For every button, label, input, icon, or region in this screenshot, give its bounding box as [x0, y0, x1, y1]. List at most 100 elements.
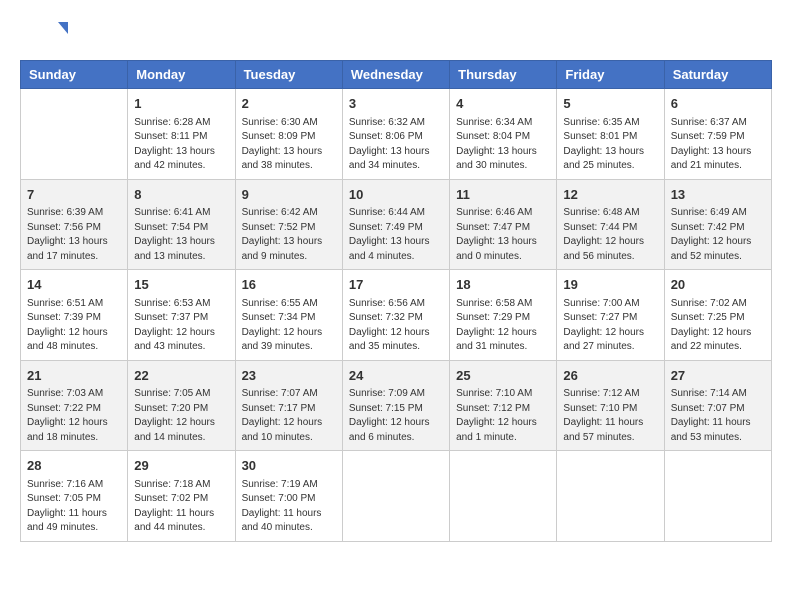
day-number: 11	[456, 185, 550, 205]
column-header-sunday: Sunday	[21, 61, 128, 89]
calendar-cell: 20Sunrise: 7:02 AM Sunset: 7:25 PM Dayli…	[664, 270, 771, 361]
day-number: 23	[242, 366, 336, 386]
calendar-header-row: SundayMondayTuesdayWednesdayThursdayFrid…	[21, 61, 772, 89]
calendar-cell: 1Sunrise: 6:28 AM Sunset: 8:11 PM Daylig…	[128, 89, 235, 180]
calendar-cell: 30Sunrise: 7:19 AM Sunset: 7:00 PM Dayli…	[235, 451, 342, 542]
day-info: Sunrise: 6:46 AM Sunset: 7:47 PM Dayligh…	[456, 206, 550, 264]
calendar-cell: 9Sunrise: 6:42 AM Sunset: 7:52 PM Daylig…	[235, 179, 342, 270]
day-info: Sunrise: 6:58 AM Sunset: 7:29 PM Dayligh…	[456, 297, 550, 355]
day-number: 17	[349, 275, 443, 295]
day-number: 28	[27, 456, 121, 476]
day-number: 8	[134, 185, 228, 205]
day-number: 7	[27, 185, 121, 205]
day-info: Sunrise: 6:32 AM Sunset: 8:06 PM Dayligh…	[349, 116, 443, 174]
calendar-week-row: 1Sunrise: 6:28 AM Sunset: 8:11 PM Daylig…	[21, 89, 772, 180]
calendar-cell: 12Sunrise: 6:48 AM Sunset: 7:44 PM Dayli…	[557, 179, 664, 270]
calendar-cell: 8Sunrise: 6:41 AM Sunset: 7:54 PM Daylig…	[128, 179, 235, 270]
calendar-week-row: 14Sunrise: 6:51 AM Sunset: 7:39 PM Dayli…	[21, 270, 772, 361]
calendar-cell: 27Sunrise: 7:14 AM Sunset: 7:07 PM Dayli…	[664, 360, 771, 451]
day-info: Sunrise: 7:00 AM Sunset: 7:27 PM Dayligh…	[563, 297, 657, 355]
calendar-cell	[664, 451, 771, 542]
day-number: 12	[563, 185, 657, 205]
day-info: Sunrise: 6:42 AM Sunset: 7:52 PM Dayligh…	[242, 206, 336, 264]
calendar-cell: 25Sunrise: 7:10 AM Sunset: 7:12 PM Dayli…	[450, 360, 557, 451]
day-number: 29	[134, 456, 228, 476]
calendar-cell: 29Sunrise: 7:18 AM Sunset: 7:02 PM Dayli…	[128, 451, 235, 542]
day-number: 5	[563, 94, 657, 114]
day-number: 21	[27, 366, 121, 386]
calendar-cell: 11Sunrise: 6:46 AM Sunset: 7:47 PM Dayli…	[450, 179, 557, 270]
day-number: 10	[349, 185, 443, 205]
day-info: Sunrise: 6:53 AM Sunset: 7:37 PM Dayligh…	[134, 297, 228, 355]
day-number: 27	[671, 366, 765, 386]
day-number: 13	[671, 185, 765, 205]
calendar-cell: 17Sunrise: 6:56 AM Sunset: 7:32 PM Dayli…	[342, 270, 449, 361]
day-info: Sunrise: 6:49 AM Sunset: 7:42 PM Dayligh…	[671, 206, 765, 264]
day-number: 4	[456, 94, 550, 114]
day-info: Sunrise: 6:44 AM Sunset: 7:49 PM Dayligh…	[349, 206, 443, 264]
calendar-cell: 10Sunrise: 6:44 AM Sunset: 7:49 PM Dayli…	[342, 179, 449, 270]
day-info: Sunrise: 7:07 AM Sunset: 7:17 PM Dayligh…	[242, 387, 336, 445]
day-info: Sunrise: 7:18 AM Sunset: 7:02 PM Dayligh…	[134, 478, 228, 536]
calendar-table: SundayMondayTuesdayWednesdayThursdayFrid…	[20, 60, 772, 542]
calendar-cell: 21Sunrise: 7:03 AM Sunset: 7:22 PM Dayli…	[21, 360, 128, 451]
day-info: Sunrise: 7:02 AM Sunset: 7:25 PM Dayligh…	[671, 297, 765, 355]
day-info: Sunrise: 6:39 AM Sunset: 7:56 PM Dayligh…	[27, 206, 121, 264]
calendar-cell: 24Sunrise: 7:09 AM Sunset: 7:15 PM Dayli…	[342, 360, 449, 451]
calendar-cell: 26Sunrise: 7:12 AM Sunset: 7:10 PM Dayli…	[557, 360, 664, 451]
day-number: 26	[563, 366, 657, 386]
calendar-cell	[342, 451, 449, 542]
column-header-friday: Friday	[557, 61, 664, 89]
day-info: Sunrise: 7:05 AM Sunset: 7:20 PM Dayligh…	[134, 387, 228, 445]
day-info: Sunrise: 7:10 AM Sunset: 7:12 PM Dayligh…	[456, 387, 550, 445]
day-info: Sunrise: 6:48 AM Sunset: 7:44 PM Dayligh…	[563, 206, 657, 264]
column-header-thursday: Thursday	[450, 61, 557, 89]
day-info: Sunrise: 6:34 AM Sunset: 8:04 PM Dayligh…	[456, 116, 550, 174]
day-info: Sunrise: 7:09 AM Sunset: 7:15 PM Dayligh…	[349, 387, 443, 445]
column-header-monday: Monday	[128, 61, 235, 89]
calendar-cell	[450, 451, 557, 542]
calendar-cell: 16Sunrise: 6:55 AM Sunset: 7:34 PM Dayli…	[235, 270, 342, 361]
calendar-cell: 28Sunrise: 7:16 AM Sunset: 7:05 PM Dayli…	[21, 451, 128, 542]
calendar-cell: 4Sunrise: 6:34 AM Sunset: 8:04 PM Daylig…	[450, 89, 557, 180]
day-number: 15	[134, 275, 228, 295]
day-info: Sunrise: 6:28 AM Sunset: 8:11 PM Dayligh…	[134, 116, 228, 174]
calendar-cell: 13Sunrise: 6:49 AM Sunset: 7:42 PM Dayli…	[664, 179, 771, 270]
column-header-wednesday: Wednesday	[342, 61, 449, 89]
day-info: Sunrise: 7:16 AM Sunset: 7:05 PM Dayligh…	[27, 478, 121, 536]
day-number: 25	[456, 366, 550, 386]
day-number: 24	[349, 366, 443, 386]
calendar-cell	[557, 451, 664, 542]
calendar-cell: 15Sunrise: 6:53 AM Sunset: 7:37 PM Dayli…	[128, 270, 235, 361]
day-info: Sunrise: 6:51 AM Sunset: 7:39 PM Dayligh…	[27, 297, 121, 355]
column-header-tuesday: Tuesday	[235, 61, 342, 89]
day-info: Sunrise: 7:14 AM Sunset: 7:07 PM Dayligh…	[671, 387, 765, 445]
calendar-cell: 2Sunrise: 6:30 AM Sunset: 8:09 PM Daylig…	[235, 89, 342, 180]
day-number: 16	[242, 275, 336, 295]
calendar-week-row: 7Sunrise: 6:39 AM Sunset: 7:56 PM Daylig…	[21, 179, 772, 270]
day-info: Sunrise: 6:37 AM Sunset: 7:59 PM Dayligh…	[671, 116, 765, 174]
day-number: 18	[456, 275, 550, 295]
day-number: 20	[671, 275, 765, 295]
calendar-cell: 5Sunrise: 6:35 AM Sunset: 8:01 PM Daylig…	[557, 89, 664, 180]
calendar-cell: 23Sunrise: 7:07 AM Sunset: 7:17 PM Dayli…	[235, 360, 342, 451]
day-number: 22	[134, 366, 228, 386]
calendar-cell: 6Sunrise: 6:37 AM Sunset: 7:59 PM Daylig…	[664, 89, 771, 180]
day-info: Sunrise: 6:41 AM Sunset: 7:54 PM Dayligh…	[134, 206, 228, 264]
calendar-cell: 22Sunrise: 7:05 AM Sunset: 7:20 PM Dayli…	[128, 360, 235, 451]
calendar-week-row: 21Sunrise: 7:03 AM Sunset: 7:22 PM Dayli…	[21, 360, 772, 451]
day-number: 14	[27, 275, 121, 295]
day-info: Sunrise: 7:03 AM Sunset: 7:22 PM Dayligh…	[27, 387, 121, 445]
page-header: General Blue	[20, 20, 772, 50]
day-info: Sunrise: 6:56 AM Sunset: 7:32 PM Dayligh…	[349, 297, 443, 355]
day-number: 6	[671, 94, 765, 114]
calendar-cell: 18Sunrise: 6:58 AM Sunset: 7:29 PM Dayli…	[450, 270, 557, 361]
calendar-week-row: 28Sunrise: 7:16 AM Sunset: 7:05 PM Dayli…	[21, 451, 772, 542]
day-info: Sunrise: 7:19 AM Sunset: 7:00 PM Dayligh…	[242, 478, 336, 536]
day-number: 2	[242, 94, 336, 114]
calendar-cell: 19Sunrise: 7:00 AM Sunset: 7:27 PM Dayli…	[557, 270, 664, 361]
logo: General Blue	[20, 20, 74, 50]
column-header-saturday: Saturday	[664, 61, 771, 89]
day-info: Sunrise: 6:55 AM Sunset: 7:34 PM Dayligh…	[242, 297, 336, 355]
calendar-cell: 7Sunrise: 6:39 AM Sunset: 7:56 PM Daylig…	[21, 179, 128, 270]
